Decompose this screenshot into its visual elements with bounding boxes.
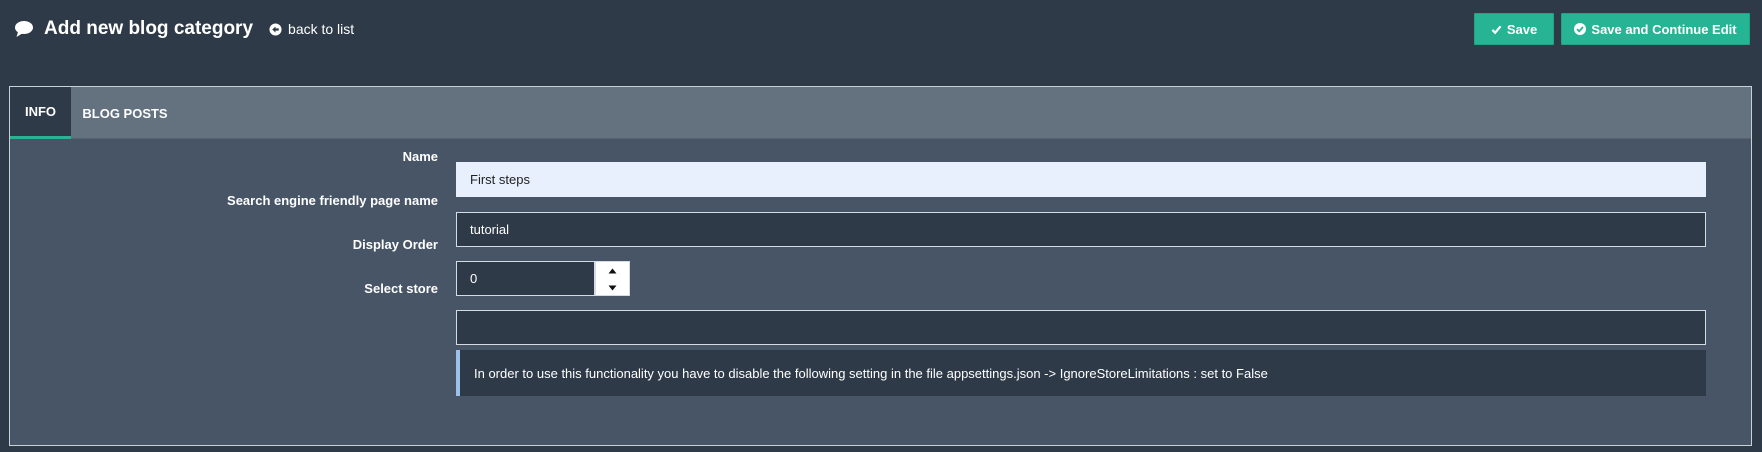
store-limitation-note: In order to use this functionality you h… xyxy=(456,350,1706,396)
select-store-label: Select store xyxy=(364,281,438,296)
check-icon xyxy=(1491,25,1502,34)
back-to-list-link[interactable]: back to list xyxy=(269,21,354,37)
store-note-text: In order to use this functionality you h… xyxy=(474,365,1268,381)
tab-info[interactable]: INFO xyxy=(10,87,71,139)
arrow-circle-left-icon xyxy=(269,22,282,36)
page-title: Add new blog category xyxy=(44,18,254,39)
tab-blog-posts[interactable]: BLOG POSTS xyxy=(71,87,179,139)
name-label: Name xyxy=(402,149,438,164)
check-circle-icon xyxy=(1574,23,1587,35)
page-header: Add new blog category back to list Save … xyxy=(0,0,1762,80)
decrement-button[interactable] xyxy=(596,279,629,296)
display-order-spinner xyxy=(595,261,630,296)
store-select[interactable] xyxy=(456,310,1706,345)
caret-up-icon xyxy=(608,268,617,273)
save-label: Save xyxy=(1506,21,1538,37)
sename-label: Search engine friendly page name xyxy=(227,193,438,208)
caret-down-icon xyxy=(608,285,617,290)
name-input[interactable]: First steps xyxy=(456,162,1706,197)
display-order-label: Display Order xyxy=(352,237,438,252)
increment-button[interactable] xyxy=(596,262,629,279)
save-button[interactable]: Save xyxy=(1474,13,1554,45)
comment-icon xyxy=(15,21,33,37)
tab-bar: INFO BLOG POSTS xyxy=(10,87,1751,139)
content-panel: INFO BLOG POSTS Name First steps Search … xyxy=(9,86,1752,446)
display-order-input[interactable]: 0 xyxy=(456,261,595,296)
sename-input[interactable]: tutorial xyxy=(456,212,1706,247)
title-area: Add new blog category back to list xyxy=(14,18,354,40)
save-continue-label: Save and Continue Edit xyxy=(1591,21,1737,37)
save-continue-button[interactable]: Save and Continue Edit xyxy=(1561,13,1750,45)
back-link-label: back to list xyxy=(288,21,355,37)
